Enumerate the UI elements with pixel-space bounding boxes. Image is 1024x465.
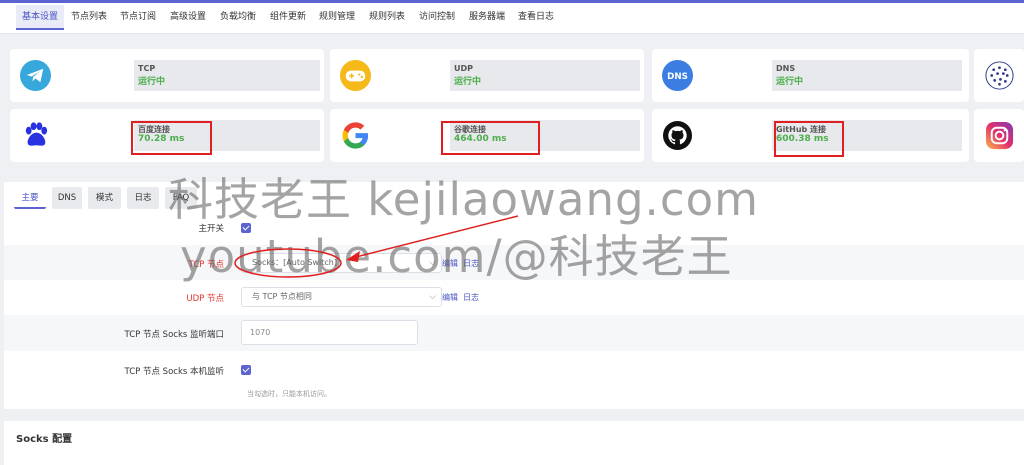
status-card-udp: UDP 运行中 (330, 49, 644, 102)
status-panel: TCP 运行中 UDP 运行中 DNS DNS 运行中 百度连接 70.28 m… (4, 41, 1024, 168)
annotation-box-baidu (131, 121, 212, 155)
status-value: 运行中 (138, 77, 166, 87)
tab-component-update[interactable]: 组件更新 (270, 5, 306, 30)
subtab-log[interactable]: 日志 (127, 187, 159, 209)
row-socks-local: TCP 节点 Socks 本机监听 当勾选时，只能本机访问。 (4, 351, 1024, 409)
tab-rule-list[interactable]: 规则列表 (369, 5, 405, 30)
tab-node-list[interactable]: 节点列表 (71, 5, 107, 30)
baidu-paw-icon (25, 122, 48, 146)
chevron-down-icon: ⌵ (429, 292, 436, 302)
subtab-mode[interactable]: 模式 (88, 187, 121, 209)
tab-advanced[interactable]: 高级设置 (170, 5, 206, 30)
subtab-main[interactable]: 主要 (14, 187, 46, 209)
tab-view-log[interactable]: 查看日志 (518, 5, 554, 30)
status-card-partial-2 (974, 109, 1024, 162)
tab-basic-settings[interactable]: 基本设置 (16, 5, 65, 30)
udp-node-edit-link[interactable]: 编辑 (442, 292, 458, 303)
socks-local-checkbox[interactable] (241, 365, 251, 375)
annotation-box-github (774, 121, 844, 157)
udp-node-select[interactable]: 与 TCP 节点相同 ⌵ (241, 287, 442, 307)
udp-node-value: 与 TCP 节点相同 (252, 292, 312, 301)
udp-node-label: UDP 节点 (186, 294, 224, 304)
row-udp-node: UDP 节点 与 TCP 节点相同 ⌵ 编辑 日志 (4, 280, 1024, 315)
status-card-partial (974, 49, 1024, 102)
top-accent-line (0, 0, 1024, 3)
svg-text:DNS: DNS (667, 72, 688, 82)
github-icon (662, 120, 693, 151)
tab-node-subscribe[interactable]: 节点订阅 (120, 5, 156, 30)
udp-node-log-link[interactable]: 日志 (463, 292, 479, 303)
status-value: 运行中 (454, 77, 482, 87)
instagram-icon (985, 121, 1014, 150)
subtab-dns[interactable]: DNS (52, 187, 82, 209)
watermark-line-1: 科技老王 kejilaowang.com (168, 173, 759, 226)
status-card-tcp: TCP 运行中 (10, 49, 324, 102)
socks-local-label: TCP 节点 Socks 本机监听 (124, 367, 224, 377)
tab-rule-manage[interactable]: 规则管理 (319, 5, 355, 30)
status-name: DNS (776, 64, 796, 73)
tab-load-balance[interactable]: 负载均衡 (220, 5, 256, 30)
top-nav: 基本设置 节点列表 节点订阅 高级设置 负载均衡 组件更新 规则管理 规则列表 … (0, 0, 1024, 34)
socks-port-input[interactable]: 1070 (241, 320, 418, 345)
tab-access-control[interactable]: 访问控制 (419, 5, 455, 30)
dns-icon: DNS (662, 60, 693, 91)
socks-local-hint: 当勾选时，只能本机访问。 (247, 390, 331, 398)
tab-server[interactable]: 服务器端 (469, 5, 505, 30)
status-value: 运行中 (776, 77, 804, 87)
google-icon (342, 122, 369, 149)
socks-port-label: TCP 节点 Socks 监听端口 (124, 330, 224, 340)
gamepad-icon (340, 60, 371, 91)
telegram-icon (20, 60, 51, 91)
watermark-line-2: youtube.com/@科技老王 (180, 230, 733, 283)
socks-config-title: Socks 配置 (16, 434, 73, 445)
status-name: UDP (454, 64, 473, 73)
row-socks-port: TCP 节点 Socks 监听端口 1070 (4, 315, 1024, 351)
globe-dots-icon (985, 61, 1014, 90)
status-card-dns: DNS DNS 运行中 (652, 49, 969, 102)
status-name: TCP (138, 64, 156, 73)
annotation-box-google (441, 121, 540, 155)
socks-config-panel: Socks 配置 (4, 421, 1024, 465)
